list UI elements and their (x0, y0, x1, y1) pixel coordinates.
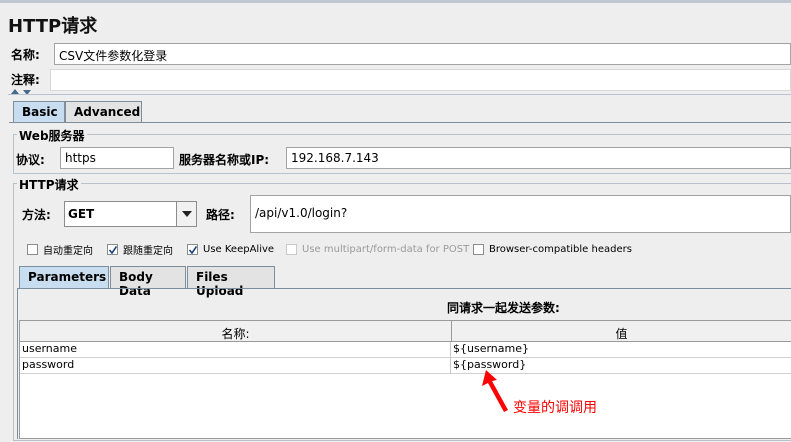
column-header-name[interactable]: 名称: (19, 320, 452, 342)
comment-field[interactable] (50, 69, 791, 91)
parameters-heading: 同请求一起发送参数: (447, 301, 560, 315)
protocol-label: 协议: (16, 153, 45, 167)
checkbox-box[interactable] (27, 243, 38, 255)
tabs-divider (9, 122, 791, 123)
checkmark-icon (189, 245, 197, 254)
checkbox-use-multipart: Use multipart/form-data for POST (286, 242, 469, 256)
checkbox-auto-redirect[interactable]: 自动重定向 (27, 242, 93, 257)
server-name-field[interactable]: 192.168.7.143 (286, 147, 791, 169)
table-cell-value[interactable]: ${username} (451, 342, 791, 358)
checkmark-icon (109, 245, 117, 254)
checkbox-label: 跟随重定向 (123, 245, 173, 257)
annotation-text: 变量的调调用 (513, 400, 597, 416)
table-cell-name[interactable]: password (20, 358, 451, 374)
checkbox-use-keepalive[interactable]: Use KeepAlive (187, 242, 274, 256)
checkbox-label: Use KeepAlive (203, 243, 275, 255)
table-cell-name[interactable]: username (20, 342, 451, 358)
checkbox-browser-compatible-headers[interactable]: Browser-compatible headers (473, 242, 632, 256)
name-field[interactable]: CSV文件参数化登录 (54, 43, 791, 65)
checkbox-box[interactable] (187, 243, 198, 255)
checkbox-box (286, 243, 297, 255)
chevron-down-icon (181, 211, 192, 217)
http-request-group-title: HTTP请求 (17, 176, 81, 193)
tab-files-upload[interactable]: Files Upload (187, 266, 275, 298)
window-top-border (0, 0, 791, 3)
checkbox-label: Use multipart/form-data for POST (302, 243, 470, 255)
checkbox-label: Browser-compatible headers (489, 243, 632, 255)
path-field[interactable]: /api/v1.0/login? (250, 195, 791, 233)
checkbox-label: 自动重定向 (43, 245, 93, 257)
column-header-value[interactable]: 值 (451, 320, 791, 342)
splitter-divider[interactable] (8, 94, 791, 95)
checkbox-follow-redirects[interactable]: 跟随重定向 (107, 242, 173, 257)
tab-body-data[interactable]: Body Data (110, 266, 186, 298)
checkbox-box[interactable] (473, 243, 484, 255)
method-dropdown-button[interactable] (176, 202, 196, 226)
method-selected-value: GET (68, 207, 95, 221)
tab-parameters[interactable]: Parameters (19, 266, 109, 288)
checkbox-box[interactable] (107, 243, 118, 255)
server-name-label: 服务器名称或IP: (179, 153, 270, 167)
method-label: 方法: (22, 208, 51, 222)
protocol-field[interactable]: https (60, 147, 174, 169)
web-server-group-title: Web服务器 (17, 127, 87, 144)
name-label: 名称: (11, 48, 40, 62)
method-select[interactable]: GET (64, 201, 197, 227)
path-label: 路径: (206, 208, 235, 222)
tab-advanced[interactable]: Advanced (65, 101, 142, 123)
tab-basic[interactable]: Basic (13, 101, 65, 123)
panel-title: HTTP请求 (8, 16, 98, 37)
comment-label: 注释: (11, 73, 40, 87)
